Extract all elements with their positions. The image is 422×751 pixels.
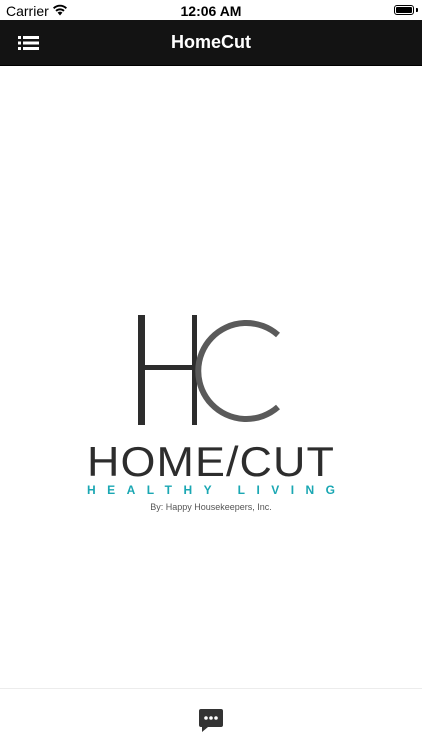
logo-wordmark: HOME/CUT — [87, 438, 335, 485]
monogram-hc — [138, 315, 280, 425]
chat-bubble-icon[interactable] — [198, 707, 224, 733]
status-time: 12:06 AM — [180, 3, 242, 19]
navigation-bar: HomeCut — [0, 20, 422, 66]
logo-tagline: HEALTHY LIVING — [87, 483, 335, 497]
main-content: HOME/CUT HEALTHY LIVING By: Happy Housek… — [0, 66, 422, 688]
page-title: HomeCut — [171, 32, 251, 52]
status-bar: Carrier 12:06 AM — [0, 0, 422, 20]
battery-tip — [416, 8, 418, 12]
homecut-logo: HOME/CUT HEALTHY LIVING By: Happy Housek… — [87, 315, 335, 512]
logo-byline: By: Happy Housekeepers, Inc. — [150, 502, 272, 512]
bottom-bar — [0, 688, 422, 751]
battery-icon — [394, 5, 414, 15]
